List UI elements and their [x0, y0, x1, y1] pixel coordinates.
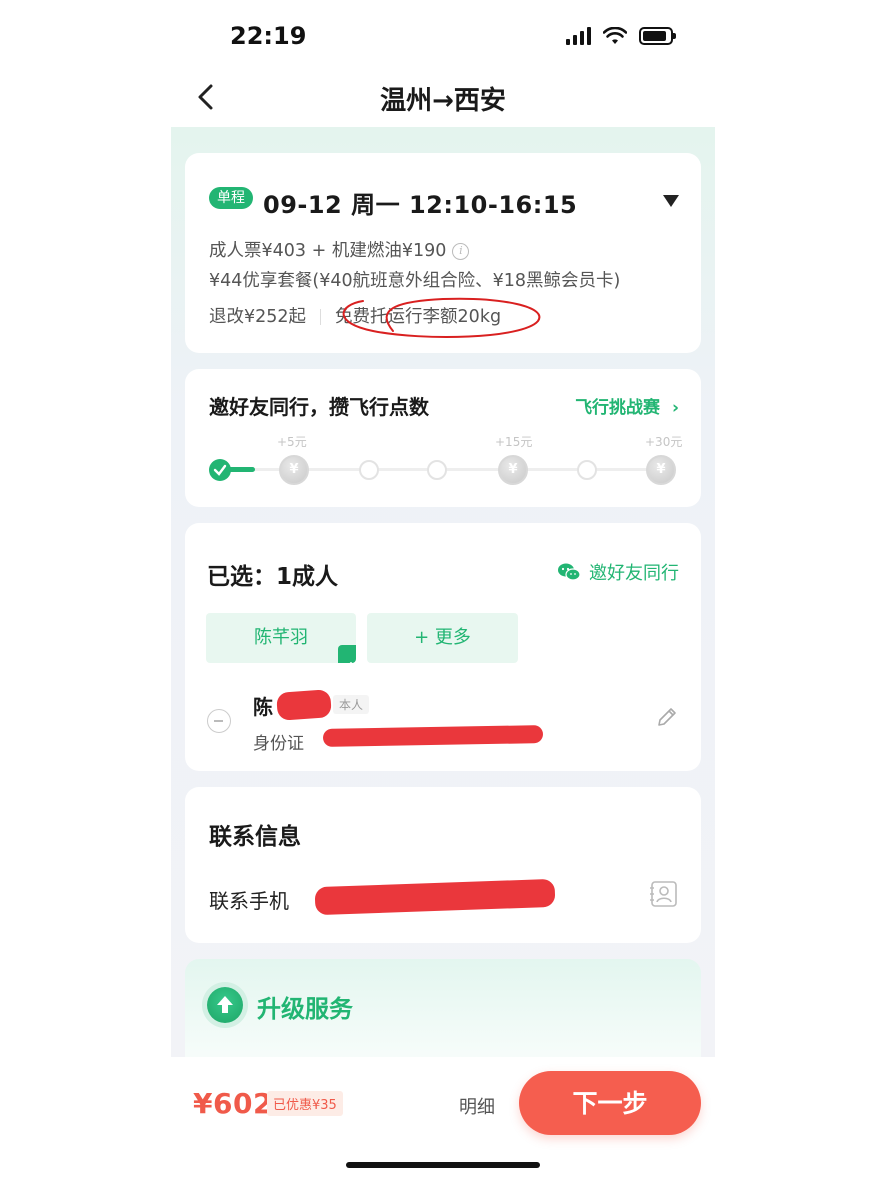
package-line: ¥44优享套餐(¥40航班意外组合险、¥18黑鲸会员卡)	[209, 271, 621, 291]
flight-datetime: 09-12 周一 12:10-16:15	[263, 191, 578, 219]
check-icon	[213, 464, 227, 476]
redaction-mark	[276, 689, 332, 721]
booking-page: 22:19 温州→西安 单程 09-12 周一 12:10-16:15 成人票¥…	[0, 0, 886, 1182]
contact-title: 联系信息	[209, 824, 301, 850]
coin-icon: ¥	[646, 455, 676, 485]
wifi-icon	[603, 27, 627, 44]
progress-node	[577, 460, 597, 480]
home-indicator	[346, 1162, 540, 1168]
coin-icon: ¥	[498, 455, 528, 485]
upgrade-title: 升级服务	[257, 995, 353, 1023]
trip-type-badge: 单程	[209, 187, 253, 209]
invite-friend-button[interactable]: 邀好友同行	[557, 559, 679, 585]
contact-card: 联系信息 联系手机	[185, 787, 701, 943]
page-title: 温州→西安	[380, 86, 506, 116]
coin-icon: ¥	[279, 455, 309, 485]
battery-icon	[639, 27, 676, 45]
progress-node	[427, 460, 447, 480]
redaction-mark	[322, 725, 544, 747]
price-detail-link[interactable]: 明细	[459, 1093, 495, 1119]
chevron-right-icon: ›	[671, 398, 679, 418]
check-icon	[338, 645, 356, 671]
passenger-chip-label: 陈芊羽	[254, 627, 308, 648]
wechat-icon	[558, 563, 581, 581]
divider	[320, 309, 322, 325]
contact-book-icon[interactable]	[649, 879, 679, 909]
invite-title: 邀好友同行，攒飞行点数	[209, 395, 429, 419]
refund-policy[interactable]: 退改¥252起	[209, 307, 306, 327]
passenger-chip-selected[interactable]: 陈芊羽	[206, 613, 356, 671]
invite-friend-label: 邀好友同行	[589, 563, 679, 584]
status-icons	[566, 24, 676, 48]
price-line: 成人票¥403 + 机建燃油¥190 i	[209, 237, 470, 262]
price-breakdown: 成人票¥403 + 机建燃油¥190	[209, 241, 447, 261]
total-price: ¥602	[193, 1087, 273, 1120]
pencil-icon[interactable]	[655, 705, 679, 729]
more-passengers-chip[interactable]: + 更多	[367, 613, 518, 663]
redaction-mark	[314, 878, 556, 916]
invite-challenge-card: 邀好友同行，攒飞行点数 飞行挑战赛 › +5元 ¥ +15元 ¥ +30元 ¥	[185, 369, 701, 507]
upgrade-arrow-icon	[207, 987, 243, 1023]
reward-label: +30元	[645, 435, 683, 449]
triangle-down-icon[interactable]	[663, 195, 679, 207]
info-icon[interactable]: i	[452, 242, 470, 260]
self-badge: 本人	[333, 695, 370, 714]
reward-label: +5元	[277, 435, 307, 449]
flight-info-card: 单程 09-12 周一 12:10-16:15 成人票¥403 + 机建燃油¥1…	[185, 153, 701, 353]
cellular-signal-icon	[566, 27, 591, 45]
progress-node	[359, 460, 379, 480]
selected-passengers-title: 已选：1成人	[207, 564, 339, 590]
discount-badge: 已优惠¥35	[267, 1091, 343, 1116]
challenge-link-label: 飞行挑战赛	[575, 398, 661, 418]
reward-label: +15元	[495, 435, 533, 449]
remove-passenger-icon[interactable]	[207, 709, 231, 733]
id-type: 身份证	[253, 734, 304, 754]
challenge-link[interactable]: 飞行挑战赛 ›	[575, 393, 679, 418]
upgrade-service-card[interactable]: 升级服务	[185, 959, 701, 1057]
phone-label: 联系手机	[209, 889, 289, 913]
status-time: 22:19	[230, 22, 307, 50]
passenger-card: 已选：1成人 邀好友同行 陈芊羽 + 更多 陈 本人 身份证	[185, 523, 701, 771]
back-chevron-icon[interactable]	[190, 80, 224, 114]
content-area[interactable]: 单程 09-12 周一 12:10-16:15 成人票¥403 + 机建燃油¥1…	[171, 127, 715, 1057]
hand-drawn-circle-annotation	[342, 297, 541, 338]
next-step-button[interactable]: 下一步	[519, 1071, 701, 1135]
passenger-name: 陈	[253, 695, 273, 719]
progress-node-done	[209, 459, 231, 481]
